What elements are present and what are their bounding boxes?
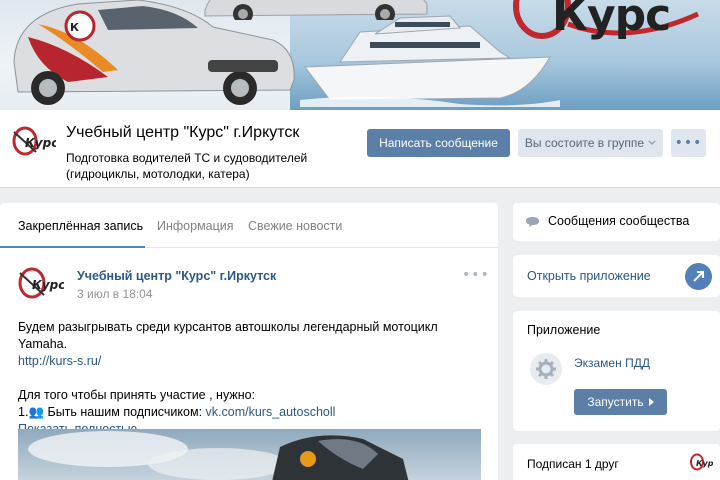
open-app-card[interactable]: Открыть приложение xyxy=(513,255,720,297)
chevron-down-icon xyxy=(648,140,656,145)
app-name-link[interactable]: Экзамен ПДД xyxy=(574,356,650,370)
write-message-button[interactable]: Написать сообщение xyxy=(367,129,510,157)
application-card: Приложение Экзамен ПДД Запустить xyxy=(513,311,720,431)
group-status-line: (гидроциклы, мотолодки, катера) xyxy=(66,167,250,181)
chat-bubble-icon xyxy=(526,217,539,227)
post-avatar-text: Курс xyxy=(32,278,64,292)
launch-app-button[interactable]: Запустить xyxy=(574,389,667,415)
open-app-round-button[interactable] xyxy=(685,263,712,290)
post-line: Для того чтобы принять участие , нужно: xyxy=(18,388,256,402)
tab-latest-news[interactable]: Свежие новости xyxy=(248,219,342,233)
friend-avatar[interactable]: Курс xyxy=(689,453,713,471)
subscribe-link[interactable]: vk.com/kurs_autoscholl xyxy=(206,405,336,419)
post-author-link[interactable]: Учебный центр "Курс" г.Иркутск xyxy=(77,269,276,283)
group-status: Подготовка водителей ТС и судоводителей … xyxy=(66,150,356,182)
group-status-line: Подготовка водителей ТС и судоводителей xyxy=(66,151,308,165)
post-list-item: 1.👥 Быть нашим подписчиком: vk.com/kurs_… xyxy=(18,404,488,421)
more-actions-button[interactable]: ••• xyxy=(671,129,706,157)
group-title: Учебный центр "Курс" г.Иркутск xyxy=(66,124,300,141)
group-cover: К Курс xyxy=(0,0,720,110)
list-number: 1. xyxy=(18,405,29,419)
wall-tabs: Закреплённая запись Информация Свежие но… xyxy=(0,203,498,248)
post-more-icon[interactable]: ••• xyxy=(462,267,490,283)
friend-avatar-text: Курс xyxy=(696,459,713,468)
app-gear-icon xyxy=(530,353,562,385)
community-messages-card[interactable]: Сообщения сообщества xyxy=(513,203,720,241)
post-date-link[interactable]: 3 июл в 18:04 xyxy=(77,287,153,301)
list-text: Быть нашим подписчиком: xyxy=(44,405,206,419)
active-tab-indicator xyxy=(0,246,145,248)
post-author-avatar[interactable]: Курс xyxy=(18,267,64,301)
tab-information[interactable]: Информация xyxy=(157,219,234,233)
play-arrow-icon xyxy=(648,398,654,406)
open-app-link[interactable]: Открыть приложение xyxy=(527,269,651,283)
membership-label: Вы состоите в группе xyxy=(524,136,645,150)
launch-app-label: Запустить xyxy=(587,395,644,409)
application-title: Приложение xyxy=(527,323,601,337)
post-text: Будем разыгрывать среди курсантов автошк… xyxy=(18,319,488,438)
group-avatar[interactable]: Курс xyxy=(12,126,56,158)
cover-car: К xyxy=(13,0,295,105)
post-link[interactable]: http://kurs-s.ru/ xyxy=(18,354,101,368)
membership-dropdown-button[interactable]: Вы состоите в группе xyxy=(518,129,663,157)
cover-logo-text: Курс xyxy=(552,0,671,41)
tab-pinned-post[interactable]: Закреплённая запись xyxy=(18,219,143,233)
friends-subscribed-label: Подписан 1 друг xyxy=(527,457,619,471)
friends-card[interactable]: Подписан 1 друг Курс xyxy=(513,444,720,480)
post-image[interactable] xyxy=(18,429,481,480)
community-messages-label: Сообщения сообщества xyxy=(548,214,690,228)
post-line: Будем разыгрывать среди курсантов автошк… xyxy=(18,320,438,351)
wall-card: Закреплённая запись Информация Свежие но… xyxy=(0,203,498,480)
svg-text:К: К xyxy=(70,21,79,34)
group-avatar-text: Курс xyxy=(25,136,56,150)
people-emoji-icon: 👥 xyxy=(28,405,45,419)
arrow-up-right-icon xyxy=(693,271,704,282)
